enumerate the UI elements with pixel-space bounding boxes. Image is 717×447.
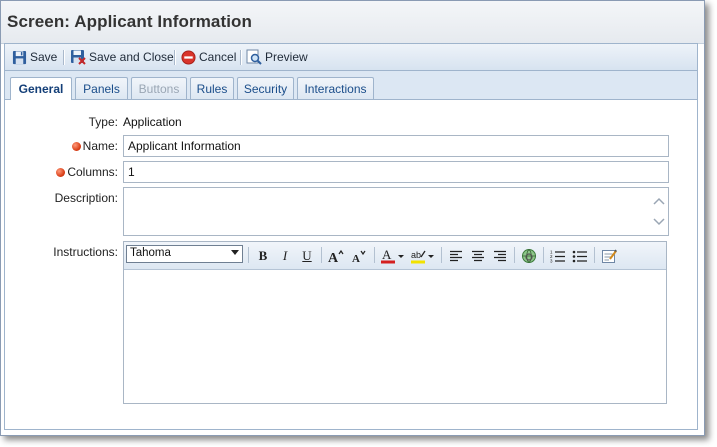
svg-text:A: A xyxy=(328,251,339,263)
description-label: Description: xyxy=(54,191,118,205)
align-center-icon xyxy=(472,250,484,261)
instructions-editor-body[interactable] xyxy=(124,270,666,403)
save-button[interactable]: Save xyxy=(12,47,57,67)
align-center-button[interactable] xyxy=(469,247,487,264)
toolbar-divider xyxy=(63,50,65,65)
svg-text:3: 3 xyxy=(550,258,553,263)
action-toolbar: Save Save and Close Cancel Preview xyxy=(4,43,698,71)
tab-strip: General Panels Buttons Rules Security In… xyxy=(4,71,698,100)
tab-general[interactable]: General xyxy=(10,77,72,100)
toolbar-divider xyxy=(240,50,242,65)
align-left-button[interactable] xyxy=(447,247,465,264)
required-indicator-icon xyxy=(71,142,81,151)
underline-icon: U xyxy=(302,247,312,263)
format-html-button[interactable] xyxy=(600,247,618,264)
description-scrollbar[interactable] xyxy=(652,190,666,233)
ordered-list-icon: 123 xyxy=(550,249,565,263)
svg-text:ab: ab xyxy=(411,250,421,260)
svg-text:A: A xyxy=(352,253,360,263)
scroll-up-icon[interactable] xyxy=(653,196,665,206)
italic-button[interactable]: I xyxy=(276,247,294,264)
font-color-button[interactable]: A xyxy=(380,247,406,264)
font-family-value: Tahoma xyxy=(130,247,171,259)
cancel-button[interactable]: Cancel xyxy=(181,47,236,67)
editor-divider xyxy=(543,247,544,263)
screen-dialog: Screen: Applicant Information Save Save … xyxy=(0,0,705,436)
required-indicator-icon xyxy=(56,168,66,177)
toolbar-divider xyxy=(174,50,176,65)
save-and-close-button[interactable]: Save and Close xyxy=(70,47,174,67)
preview-label: Preview xyxy=(265,50,308,64)
underline-button[interactable]: U xyxy=(298,247,316,264)
save-label: Save xyxy=(30,50,58,64)
columns-label-row: Columns: xyxy=(35,165,118,179)
grow-font-icon: A xyxy=(328,249,344,263)
tab-buttons: Buttons xyxy=(131,77,187,99)
unordered-list-button[interactable] xyxy=(571,247,589,264)
align-left-icon xyxy=(450,250,462,261)
instructions-rich-text-editor: Tahoma B I U A A A ab 1 2 3 xyxy=(123,241,667,404)
instructions-label: Instructions: xyxy=(53,245,118,259)
shrink-font-button[interactable]: A xyxy=(350,247,368,264)
scroll-down-icon[interactable] xyxy=(653,217,665,227)
save-and-close-label: Save and Close xyxy=(89,50,174,64)
name-label-row: Name: xyxy=(45,139,118,153)
tab-interactions[interactable]: Interactions xyxy=(297,77,374,99)
highlight-color-icon: ab xyxy=(411,250,434,263)
general-tab-panel: Type: Application Name: Applicant Inform… xyxy=(4,100,698,430)
cancel-icon xyxy=(181,49,196,65)
tab-rules[interactable]: Rules xyxy=(190,77,234,99)
unordered-list-icon xyxy=(572,250,587,262)
save-close-icon xyxy=(71,50,86,65)
editor-divider xyxy=(374,247,375,263)
preview-magnifier-icon xyxy=(246,49,262,65)
editor-divider xyxy=(321,247,322,263)
font-color-icon: A xyxy=(381,248,404,263)
italic-icon: I xyxy=(282,247,288,263)
type-value: Application xyxy=(123,115,182,129)
ordered-list-button[interactable]: 123 xyxy=(549,247,567,264)
editor-toolbar: Tahoma B I U A A A ab 1 2 3 xyxy=(124,242,666,270)
bold-button[interactable]: B xyxy=(254,247,272,264)
insert-link-button[interactable] xyxy=(520,247,538,264)
preview-button[interactable]: Preview xyxy=(246,47,308,67)
floppy-disk-icon xyxy=(12,50,27,64)
globe-link-icon xyxy=(522,248,536,263)
bold-icon: B xyxy=(258,247,268,263)
name-field[interactable]: Applicant Information xyxy=(123,135,669,157)
dropdown-arrow-icon xyxy=(231,250,239,255)
type-label: Type: xyxy=(88,115,118,129)
svg-text:A: A xyxy=(382,248,392,262)
editor-divider xyxy=(248,247,249,263)
title-bar: Screen: Applicant Information xyxy=(1,1,704,44)
description-field[interactable] xyxy=(123,187,669,236)
format-html-icon xyxy=(602,248,617,263)
tab-security[interactable]: Security xyxy=(237,77,294,99)
cancel-label: Cancel xyxy=(199,50,237,64)
name-label: Name: xyxy=(82,139,118,153)
grow-font-button[interactable]: A xyxy=(327,247,345,264)
editor-divider xyxy=(441,247,442,263)
window-title: Screen: Applicant Information xyxy=(7,12,253,31)
font-family-select[interactable]: Tahoma xyxy=(126,245,243,263)
columns-field[interactable]: 1 xyxy=(123,161,669,183)
editor-divider xyxy=(514,247,515,263)
align-right-button[interactable] xyxy=(491,247,509,264)
tab-panels[interactable]: Panels xyxy=(75,77,128,99)
editor-divider xyxy=(594,247,595,263)
shrink-font-icon: A xyxy=(352,250,366,263)
highlight-color-button[interactable]: ab xyxy=(410,247,436,264)
align-right-icon xyxy=(494,250,506,261)
columns-label: Columns: xyxy=(67,165,118,179)
